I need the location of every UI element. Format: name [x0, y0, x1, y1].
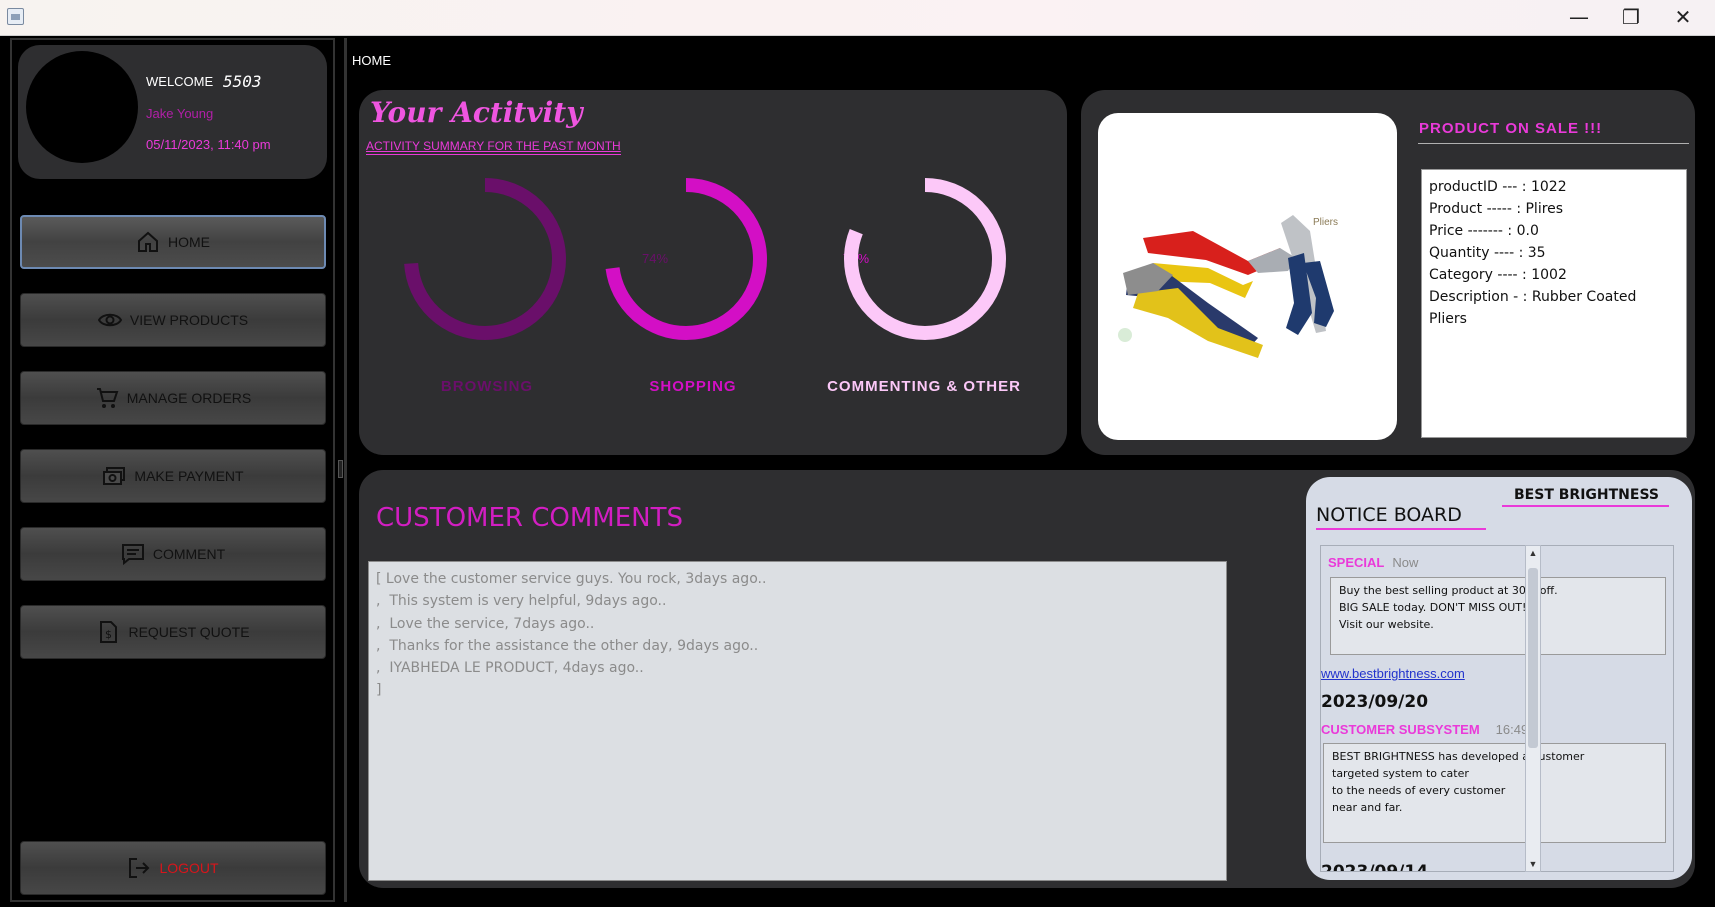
gauge-shopping: 73%	[601, 174, 869, 344]
product-detail-line: Product ----- : Plires	[1429, 201, 1564, 217]
post-line: near and far.	[1332, 801, 1403, 814]
gauge-browsing: 74%	[400, 174, 668, 344]
notice-title: NOTICE BOARD	[1316, 504, 1486, 530]
welcome-label: WELCOME	[146, 74, 214, 89]
nav-comment-label: COMMENT	[152, 546, 226, 562]
notice-scrollbar[interactable]: ▲ ▼	[1525, 545, 1541, 872]
logout-button[interactable]: LOGOUT	[20, 841, 326, 895]
comments-title: CUSTOMER COMMENTS	[376, 503, 683, 533]
avatar	[26, 51, 138, 163]
svg-text:$: $	[105, 628, 112, 641]
post-line: BEST BRIGHTNESS has developed a customer	[1332, 750, 1585, 763]
minimize-icon[interactable]: —	[1554, 0, 1604, 36]
cart-icon	[96, 388, 119, 408]
java-app-icon	[7, 8, 24, 25]
product-detail-line: Price ------- : 0.0	[1429, 223, 1539, 239]
notice-scroll-area[interactable]: SPECIAL Now Buy the best selling product …	[1320, 545, 1674, 872]
money-icon	[103, 467, 126, 485]
close-icon[interactable]: ✕	[1658, 0, 1708, 36]
restore-icon[interactable]: ❐	[1606, 0, 1656, 36]
nav-request-quote-label: REQUEST QUOTE	[128, 624, 250, 640]
nav-comment-button[interactable]: COMMENT	[20, 527, 326, 581]
product-detail-line: Category ---- : 1002	[1429, 267, 1567, 283]
gauge-browsing-label: BROWSING	[440, 378, 534, 395]
post-body: Buy the best selling product at 30% off.…	[1330, 577, 1666, 655]
product-sale-title: PRODUCT ON SALE !!!	[1419, 120, 1603, 137]
user-id: 5503	[223, 72, 262, 91]
notice-board: BEST BRIGHTNESS NOTICE BOARD SPECIAL Now …	[1306, 477, 1692, 880]
post-time: Now	[1392, 555, 1419, 570]
pliers-caption: Pliers	[1313, 217, 1338, 228]
nav-view-products-label: VIEW PRODUCTS	[129, 312, 249, 328]
product-detail-line: productID --- : 1022	[1429, 179, 1567, 195]
user-name: Jake Young	[146, 106, 214, 121]
product-detail-line: Pliers	[1429, 311, 1467, 327]
nav-view-products-button[interactable]: VIEW PRODUCTS	[20, 293, 326, 347]
profile-card: WELCOME 5503 Jake Young 05/11/2023, 11:4…	[18, 45, 327, 179]
post-line: targeted system to cater	[1332, 767, 1469, 780]
nav-make-payment-label: MAKE PAYMENT	[134, 468, 244, 484]
nav-request-quote-button[interactable]: $ REQUEST QUOTE	[20, 605, 326, 659]
scroll-up-icon[interactable]: ▲	[1527, 546, 1539, 560]
product-details-textarea[interactable]: productID --- : 1022 Product ----- : Pli…	[1421, 169, 1687, 438]
home-icon	[138, 231, 158, 252]
scroll-down-icon[interactable]: ▼	[1527, 857, 1539, 871]
gauge-commenting-ring	[844, 178, 1006, 340]
invoice-icon: $	[100, 621, 118, 643]
website-link[interactable]: www.bestbrightness.com	[1321, 666, 1465, 681]
scrollbar-thumb[interactable]	[1528, 568, 1538, 748]
nav-manage-orders-button[interactable]: MANAGE ORDERS	[20, 371, 326, 425]
activity-subtitle: ACTIVITY SUMMARY FOR THE PAST MONTH	[366, 139, 621, 155]
post-tag: SPECIAL	[1328, 555, 1385, 570]
login-datetime: 05/11/2023, 11:40 pm	[146, 137, 271, 152]
notice-brand: BEST BRIGHTNESS	[1502, 487, 1669, 507]
product-image: Pliers	[1098, 113, 1397, 440]
gauge-shopping-label: SHOPPING	[649, 378, 737, 395]
post-body: BEST BRIGHTNESS has developed a customer…	[1323, 743, 1666, 843]
notice-date: 2023/09/20	[1321, 692, 1429, 712]
split-pane-divider[interactable]	[338, 460, 343, 478]
gauge-browsing-ring	[404, 178, 566, 340]
product-detail-line: Description - : Rubber Coated	[1429, 289, 1637, 305]
post-line: Buy the best selling product at 30% off.	[1339, 584, 1558, 597]
pliers-image: Pliers	[1118, 215, 1338, 358]
nav-home-button[interactable]: HOME	[20, 215, 326, 269]
logout-label: LOGOUT	[159, 860, 219, 876]
post-line: BIG SALE today. DON'T MISS OUT!	[1339, 601, 1527, 614]
post-time: 16:49	[1495, 722, 1529, 737]
breadcrumb: HOME	[352, 53, 391, 68]
notice-date: 2023/09/14	[1321, 862, 1429, 872]
nav-make-payment-button[interactable]: MAKE PAYMENT	[20, 449, 326, 503]
product-detail-line: Quantity ---- : 35	[1429, 245, 1546, 261]
post-tag: CUSTOMER SUBSYSTEM	[1321, 722, 1480, 737]
post-line: to the needs of every customer	[1332, 784, 1506, 797]
comments-textarea[interactable]: [ Love the customer service guys. You ro…	[368, 561, 1227, 881]
nav-home-label: HOME	[168, 234, 210, 250]
gauge-commenting-label: COMMENTING & OTHER	[827, 378, 1021, 395]
activity-title: Your Actitvity	[370, 96, 583, 129]
product-sale-divider	[1418, 143, 1689, 144]
logout-icon	[129, 858, 150, 878]
nav-manage-orders-label: MANAGE ORDERS	[126, 390, 252, 406]
eye-icon	[97, 313, 122, 327]
gauge-commenting: 81%	[840, 174, 1108, 344]
post-line: Visit our website.	[1339, 618, 1434, 631]
comment-icon	[121, 544, 144, 566]
window-titlebar: — ❐ ✕	[0, 0, 1715, 36]
gauge-shopping-ring	[605, 178, 767, 340]
